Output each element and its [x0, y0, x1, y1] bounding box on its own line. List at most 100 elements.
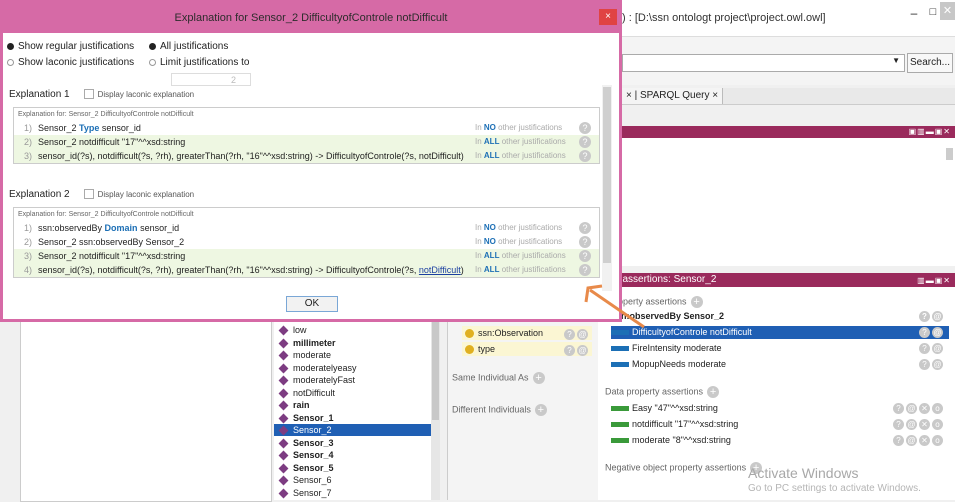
row-controls[interactable]: ? @	[917, 310, 943, 323]
laconic-checkbox[interactable]	[83, 189, 94, 200]
row-controls[interactable]: ? @	[917, 342, 943, 355]
help-icon[interactable]: ?	[893, 435, 904, 446]
add-icon[interactable]: +	[707, 386, 720, 398]
type-row[interactable]: type? @	[462, 342, 592, 356]
individual-item[interactable]: Sensor_2	[274, 424, 431, 436]
scroll-thumb[interactable]	[603, 87, 611, 263]
ok-button[interactable]: OK	[286, 296, 338, 312]
help-icon[interactable]: ?	[579, 236, 591, 248]
individual-label: moderatelyeasy	[293, 362, 357, 373]
panel-controls-icon[interactable]: ▣▥▬▣✕	[909, 127, 951, 136]
individual-item[interactable]: Sensor_3	[278, 437, 334, 449]
individual-item[interactable]: rain	[278, 399, 310, 411]
search-button[interactable]: Search...	[907, 53, 953, 73]
individual-item[interactable]: millimeter	[278, 337, 336, 349]
radio-laconic[interactable]: Show laconic justifications	[7, 57, 134, 68]
minimize-button[interactable]: –	[906, 6, 922, 20]
radio-all[interactable]: All justifications	[149, 41, 228, 52]
axiom-link[interactable]: notDifficult	[419, 265, 461, 275]
individual-item[interactable]: moderatelyFast	[278, 374, 355, 386]
individual-label: moderatelyFast	[293, 375, 356, 385]
at-icon[interactable]: @	[932, 311, 943, 322]
individual-item[interactable]: moderatelyeasy	[278, 362, 357, 374]
property-row[interactable]: Easy "47"^^xsd:string? @ ✕ o	[611, 402, 949, 415]
help-icon[interactable]: ?	[579, 122, 591, 134]
tab-close-icon[interactable]: ×	[626, 90, 632, 101]
data-property-section: Data property assertions +	[605, 386, 720, 398]
radio-unselected-icon	[7, 58, 14, 66]
property-row[interactable]: DifficultyofControle notDifficult? @	[611, 326, 949, 339]
add-icon[interactable]: +	[532, 372, 545, 384]
help-icon[interactable]: ?	[893, 419, 904, 430]
delete-icon[interactable]: ✕	[919, 435, 930, 446]
property-row[interactable]: FireIntensity moderate? @	[611, 342, 949, 355]
at-icon[interactable]: @	[906, 403, 917, 414]
edit-icon[interactable]: o	[932, 403, 943, 414]
edit-icon[interactable]: o	[932, 419, 943, 430]
justification-scope: In ALL other justifications	[475, 251, 566, 260]
help-icon[interactable]: ?	[919, 359, 930, 370]
at-icon[interactable]: @	[906, 419, 917, 430]
individual-item[interactable]: moderate	[278, 349, 331, 361]
help-icon[interactable]: ?	[893, 403, 904, 414]
justification-scope: In ALL other justifications	[475, 151, 566, 160]
individual-item[interactable]: notDifficult	[278, 387, 335, 399]
help-icon[interactable]: ?	[919, 343, 930, 354]
individual-icon	[278, 400, 289, 411]
individual-item[interactable]: Sensor_7	[278, 487, 332, 499]
limit-spinner[interactable]: 2	[171, 73, 251, 86]
search-combo[interactable]: ▼	[622, 54, 905, 72]
individual-icon	[278, 425, 289, 436]
dialog-close-button[interactable]: ×	[599, 9, 617, 25]
individual-item[interactable]: Sensor_4	[278, 449, 334, 461]
help-icon[interactable]: ?	[579, 150, 591, 162]
add-icon[interactable]: +	[534, 404, 547, 416]
row-controls[interactable]: ? @	[562, 343, 588, 357]
row-controls[interactable]: ? @	[917, 358, 943, 371]
property-row[interactable]: ssn:observedBy Sensor_2? @	[611, 310, 949, 323]
maximize-button[interactable]: □	[926, 6, 940, 20]
main-window-title: ) : [D:\ssn ontologt project\project.owl…	[622, 12, 826, 24]
at-icon[interactable]: @	[932, 359, 943, 370]
property-row[interactable]: notdifficult "17"^^xsd:string? @ ✕ o	[611, 418, 949, 431]
row-controls[interactable]: ? @ ✕ o	[891, 434, 943, 447]
close-window-button[interactable]: ✕	[940, 2, 955, 20]
help-icon[interactable]: ?	[579, 250, 591, 262]
justification-scope: In NO other justifications	[475, 123, 563, 132]
axiom-text: sensor_id(?s), notdifficult(?s, ?rh), gr…	[38, 151, 464, 161]
scroll-thumb[interactable]	[432, 320, 439, 420]
property-row[interactable]: MopupNeeds moderate? @	[611, 358, 949, 371]
at-icon[interactable]: @	[932, 327, 943, 338]
help-icon[interactable]: ?	[919, 311, 930, 322]
help-icon[interactable]: ?	[579, 136, 591, 148]
individual-item[interactable]: Sensor_5	[278, 462, 334, 474]
at-icon[interactable]: @	[906, 435, 917, 446]
tab-sparql-query[interactable]: × | SPARQL Query ×	[622, 88, 724, 104]
individual-item[interactable]: Sensor_6	[278, 474, 332, 486]
at-icon[interactable]: @	[932, 343, 943, 354]
help-icon[interactable]: ?	[579, 264, 591, 276]
chevron-down-icon[interactable]: ▼	[892, 56, 900, 65]
individual-item[interactable]: low	[278, 324, 307, 336]
panel-controls-icon[interactable]: ▥▬▣✕	[917, 274, 951, 288]
radio-regular[interactable]: Show regular justifications	[7, 41, 134, 52]
row-controls[interactable]: ? @ ✕ o	[891, 402, 943, 415]
delete-icon[interactable]: ✕	[919, 403, 930, 414]
class-icon	[465, 345, 474, 355]
individual-item[interactable]: Sensor_1	[278, 412, 334, 424]
type-row[interactable]: ssn:Observation? @	[462, 326, 592, 340]
add-icon[interactable]: +	[690, 296, 703, 308]
help-icon[interactable]: ?	[919, 327, 930, 338]
radio-limit[interactable]: Limit justifications to	[149, 57, 249, 68]
axiom-row: 2) Sensor_2 ssn:observedBy Sensor_2 In NO …	[14, 235, 599, 249]
explanation-1-header: Explanation 1 Display laconic explanation	[9, 89, 195, 100]
scrollbar[interactable]	[946, 148, 953, 160]
help-icon: ?	[564, 345, 575, 356]
delete-icon[interactable]: ✕	[919, 419, 930, 430]
property-row[interactable]: moderate "8"^^xsd:string? @ ✕ o	[611, 434, 949, 447]
help-icon[interactable]: ?	[579, 222, 591, 234]
edit-icon[interactable]: o	[932, 435, 943, 446]
row-controls[interactable]: ? @ ✕ o	[891, 418, 943, 431]
laconic-checkbox[interactable]	[83, 89, 94, 100]
row-controls[interactable]: ? @	[917, 326, 943, 339]
